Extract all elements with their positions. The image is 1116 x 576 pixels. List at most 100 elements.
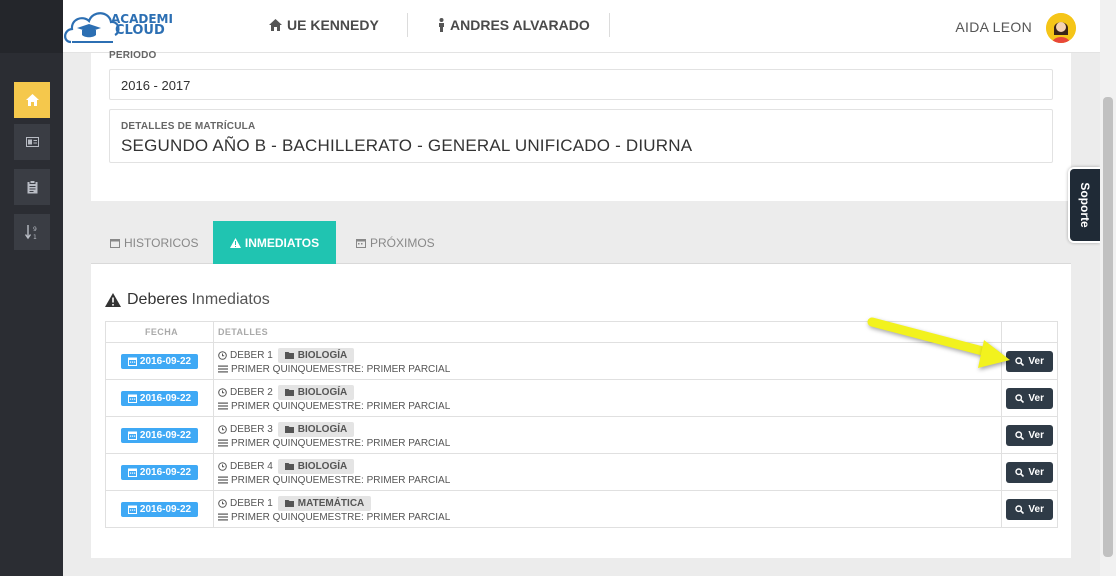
search-icon bbox=[1015, 467, 1025, 477]
clock-icon bbox=[218, 350, 227, 360]
sort-numeric-icon: 91 bbox=[25, 225, 37, 240]
table-row: 2016-09-22 DEBER 2 BIOLOGÍA PRIMER QUINQ… bbox=[105, 379, 1058, 417]
header-divider bbox=[407, 13, 408, 37]
parcial-name: PRIMER QUINQUEMESTRE: PRIMER PARCIAL bbox=[231, 511, 451, 523]
folder-icon bbox=[284, 426, 294, 433]
student-name: ANDRES ALVARADO bbox=[450, 17, 590, 33]
periodo-label: PERIODO bbox=[109, 50, 157, 61]
date-badge: 2016-09-22 bbox=[120, 501, 199, 517]
deber-line: DEBER 3 BIOLOGÍA bbox=[218, 421, 997, 437]
sidebar-item-home[interactable] bbox=[14, 82, 50, 118]
fecha-value: 2016-09-22 bbox=[139, 466, 192, 478]
parcial-line: PRIMER QUINQUEMESTRE: PRIMER PARCIAL bbox=[218, 438, 997, 449]
tab-proximos-label: PRÓXIMOS bbox=[370, 235, 435, 250]
avatar-icon bbox=[1046, 13, 1076, 43]
clock-icon bbox=[218, 498, 227, 508]
actions-cell: Ver bbox=[1001, 379, 1058, 417]
warning-icon bbox=[229, 237, 241, 248]
parcial-name: PRIMER QUINQUEMESTRE: PRIMER PARCIAL bbox=[231, 437, 451, 449]
logo-text-cloud: CLOUD bbox=[115, 23, 165, 38]
ver-label: Ver bbox=[1028, 355, 1044, 367]
parcial-line: PRIMER QUINQUEMESTRE: PRIMER PARCIAL bbox=[218, 475, 997, 486]
subject-name: BIOLOGÍA bbox=[297, 423, 348, 435]
search-icon bbox=[1015, 356, 1025, 366]
fecha-value: 2016-09-22 bbox=[139, 503, 192, 515]
deberes-table: FECHA DETALLES 2016-09-22 DEBER 1 BIOLOG… bbox=[105, 321, 1058, 528]
calendar-icon bbox=[127, 505, 137, 514]
ver-button[interactable]: Ver bbox=[1006, 498, 1053, 520]
parcial-line: PRIMER QUINQUEMESTRE: PRIMER PARCIAL bbox=[218, 512, 997, 523]
fecha-value: 2016-09-22 bbox=[139, 429, 192, 441]
folder-icon bbox=[284, 463, 294, 470]
subject-name: BIOLOGÍA bbox=[297, 386, 348, 398]
ver-button[interactable]: Ver bbox=[1006, 424, 1053, 446]
ver-button[interactable]: Ver bbox=[1006, 387, 1053, 409]
actions-cell: Ver bbox=[1001, 490, 1058, 528]
student-link[interactable]: ANDRES ALVARADO bbox=[438, 17, 590, 33]
parcial-name: PRIMER QUINQUEMESTRE: PRIMER PARCIAL bbox=[231, 474, 451, 486]
folder-icon bbox=[284, 389, 294, 396]
list-icon bbox=[218, 476, 228, 484]
search-icon bbox=[1015, 430, 1025, 440]
deber-name: DEBER 3 bbox=[230, 423, 273, 435]
actions-cell: Ver bbox=[1001, 342, 1058, 380]
detalles-cell: DEBER 1 MATEMÁTICA PRIMER QUINQUEMESTRE:… bbox=[212, 490, 1003, 528]
page-scrollbar[interactable] bbox=[1100, 0, 1116, 576]
periodo-field: 2016 - 2017 bbox=[109, 69, 1053, 100]
fecha-cell: 2016-09-22 bbox=[105, 342, 214, 380]
fecha-cell: 2016-09-22 bbox=[105, 379, 214, 417]
col-actions bbox=[1001, 321, 1058, 343]
folder-icon bbox=[284, 500, 294, 507]
current-user-name[interactable]: AIDA LEON bbox=[955, 19, 1032, 35]
deber-name: DEBER 1 bbox=[230, 349, 273, 361]
search-icon bbox=[1015, 504, 1025, 514]
male-user-icon bbox=[439, 18, 444, 32]
search-icon bbox=[1015, 393, 1025, 403]
scrollbar-thumb[interactable] bbox=[1103, 97, 1113, 557]
table-row: 2016-09-22 DEBER 3 BIOLOGÍA PRIMER QUINQ… bbox=[105, 416, 1058, 454]
deber-name: DEBER 1 bbox=[230, 497, 273, 509]
fecha-value: 2016-09-22 bbox=[139, 355, 192, 367]
soporte-tab[interactable]: Soporte bbox=[1068, 167, 1100, 243]
ver-label: Ver bbox=[1028, 466, 1044, 478]
top-header: ACADEMI CLOUD UE KENNEDY ANDRES ALVARADO… bbox=[63, 0, 1116, 53]
sidebar-item-grades[interactable]: 91 bbox=[14, 214, 50, 250]
calendar-icon bbox=[356, 238, 366, 248]
header-divider bbox=[609, 13, 610, 37]
tab-historicos[interactable]: HISTORICOS bbox=[98, 221, 210, 264]
folder-icon bbox=[284, 352, 294, 359]
school-link[interactable]: UE KENNEDY bbox=[269, 17, 379, 33]
detalles-cell: DEBER 3 BIOLOGÍA PRIMER QUINQUEMESTRE: P… bbox=[212, 416, 1003, 454]
warning-icon bbox=[105, 293, 121, 307]
tabs-bar: HISTORICOS INMEDIATOS PRÓXIMOS bbox=[91, 221, 1071, 264]
date-badge: 2016-09-22 bbox=[120, 390, 199, 406]
table-row: 2016-09-22 DEBER 1 MATEMÁTICA PRIMER QUI… bbox=[105, 490, 1058, 528]
id-card-icon bbox=[25, 137, 39, 147]
enrollment-panel: PERIODO 2016 - 2017 DETALLES DE MATRÍCUL… bbox=[91, 50, 1071, 201]
sidebar-item-cards[interactable] bbox=[14, 124, 50, 160]
subject-name: MATEMÁTICA bbox=[297, 497, 365, 509]
list-icon bbox=[218, 513, 228, 521]
deber-line: DEBER 2 BIOLOGÍA bbox=[218, 384, 997, 400]
clock-icon bbox=[218, 387, 227, 397]
fecha-value: 2016-09-22 bbox=[139, 392, 192, 404]
user-avatar[interactable] bbox=[1046, 13, 1076, 43]
academicloud-logo[interactable]: ACADEMI CLOUD bbox=[63, 4, 183, 50]
actions-cell: Ver bbox=[1001, 453, 1058, 491]
list-icon bbox=[218, 365, 228, 373]
tasks-panel: HISTORICOS INMEDIATOS PRÓXIMOS Deberes I… bbox=[91, 221, 1071, 558]
school-name: UE KENNEDY bbox=[287, 17, 379, 33]
tab-historicos-label: HISTORICOS bbox=[124, 235, 199, 250]
tab-inmediatos[interactable]: INMEDIATOS bbox=[213, 221, 336, 264]
tab-proximos[interactable]: PRÓXIMOS bbox=[344, 221, 447, 264]
ver-button[interactable]: Ver bbox=[1006, 350, 1053, 372]
clock-icon bbox=[218, 461, 227, 471]
detalles-field: DETALLES DE MATRÍCULA SEGUNDO AÑO B - BA… bbox=[109, 109, 1053, 163]
col-detalles: DETALLES bbox=[212, 321, 1003, 343]
table-row: 2016-09-22 DEBER 1 BIOLOGÍA PRIMER QUINQ… bbox=[105, 342, 1058, 380]
calendar-icon bbox=[127, 468, 137, 477]
detalles-cell: DEBER 1 BIOLOGÍA PRIMER QUINQUEMESTRE: P… bbox=[212, 342, 1003, 380]
sidebar-item-tasks[interactable] bbox=[14, 169, 50, 205]
ver-label: Ver bbox=[1028, 503, 1044, 515]
ver-button[interactable]: Ver bbox=[1006, 461, 1053, 483]
